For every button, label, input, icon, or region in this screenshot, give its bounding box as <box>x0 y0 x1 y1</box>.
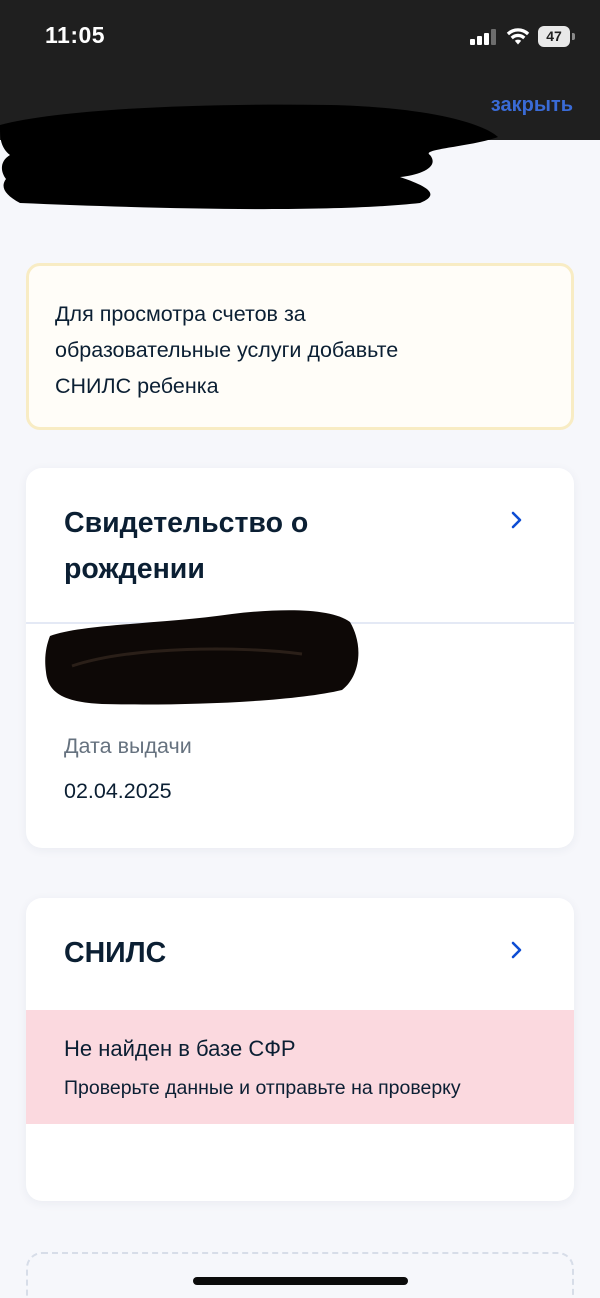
redacted-header-title <box>0 104 498 210</box>
cellular-signal-icon <box>470 29 498 45</box>
issue-date-value: 02.04.2025 <box>64 779 172 803</box>
wifi-icon <box>506 28 530 45</box>
snils-error-subtitle: Проверьте данные и отправьте на проверку <box>64 1077 461 1099</box>
home-indicator <box>193 1277 408 1285</box>
snils-title: СНИЛС <box>64 937 167 969</box>
battery-tip <box>572 33 575 40</box>
snils-error-title: Не найден в базе СФР <box>64 1036 296 1061</box>
birth-certificate-card[interactable]: Свидетельство о рождении Дата выдачи 02.… <box>26 468 574 848</box>
chevron-right-icon[interactable] <box>510 940 524 960</box>
redacted-document-number <box>45 610 359 705</box>
snils-error-box: Не найден в базе СФР Проверьте данные и … <box>26 1010 574 1124</box>
screen: 11:05 47 закрыть Для просмотра счетов за… <box>0 0 600 1298</box>
snils-notice: Для просмотра счетов за образовательные … <box>26 263 574 430</box>
snils-card[interactable]: СНИЛС Не найден в базе СФР Проверьте дан… <box>26 898 574 1201</box>
battery-icon: 47 <box>538 26 570 47</box>
status-time: 11:05 <box>45 22 106 48</box>
birth-certificate-title: Свидетельство о рождении <box>64 507 309 585</box>
notice-text: Для просмотра счетов за образовательные … <box>55 302 399 398</box>
add-document-card[interactable] <box>26 1252 574 1298</box>
chevron-right-icon[interactable] <box>510 510 524 530</box>
issue-date-label: Дата выдачи <box>64 734 192 758</box>
